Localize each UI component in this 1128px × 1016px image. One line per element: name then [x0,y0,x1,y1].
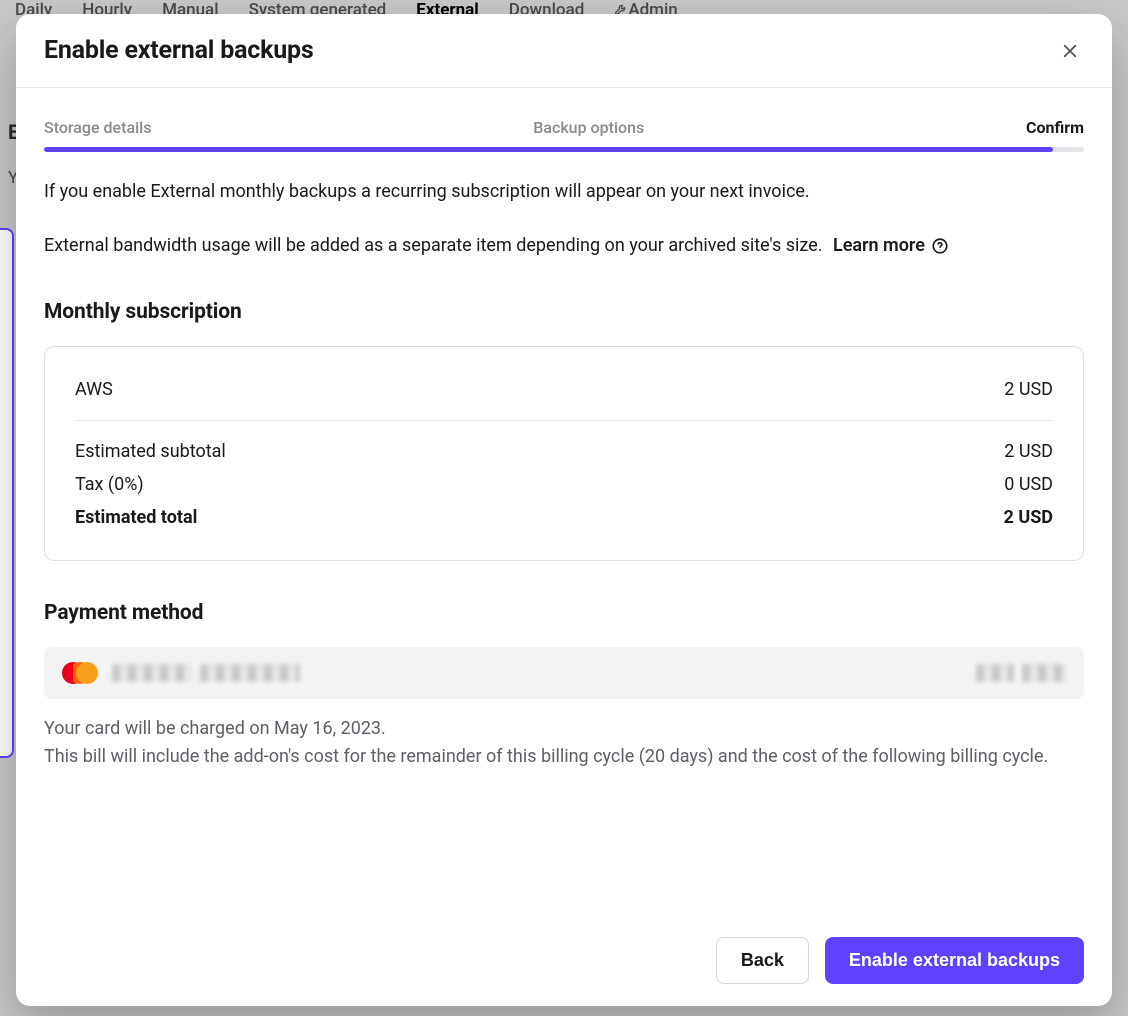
help-circle-icon [931,237,949,255]
description-line-1: If you enable External monthly backups a… [44,178,1084,206]
price-value: 0 USD [1004,474,1053,495]
mastercard-icon [62,661,98,685]
payment-method-card[interactable] [44,647,1084,699]
pricing-card: AWS 2 USD Estimated subtotal 2 USD Tax (… [44,346,1084,561]
price-row-tax: Tax (0%) 0 USD [75,468,1053,501]
payment-method-heading: Payment method [44,601,1084,625]
step-backup-options[interactable]: Backup options [533,118,644,137]
billing-note: Your card will be charged on May 16, 202… [44,715,1084,771]
progress-bar [44,147,1084,152]
close-button[interactable] [1056,37,1084,65]
modal-header: Enable external backups [16,14,1112,88]
back-button[interactable]: Back [716,937,809,984]
modal-title: Enable external backups [44,36,314,65]
price-value: 2 USD [1004,379,1053,400]
price-label: Tax (0%) [75,474,144,495]
enable-external-backups-modal: Enable external backups Storage details … [16,14,1112,1006]
close-icon [1061,42,1079,60]
card-info-redacted [112,664,300,682]
modal-body: Storage details Backup options Confirm I… [16,88,1112,937]
card-expiry-redacted [976,664,1066,682]
learn-more-link[interactable]: Learn more [833,232,949,260]
description-line-2: External bandwidth usage will be added a… [44,232,1084,260]
price-label: Estimated total [75,507,197,528]
price-value: 2 USD [1004,441,1053,462]
price-row-total: Estimated total 2 USD [75,501,1053,534]
step-storage-details[interactable]: Storage details [44,118,151,137]
monthly-subscription-heading: Monthly subscription [44,300,1084,324]
modal-footer: Back Enable external backups [16,937,1112,1006]
price-value: 2 USD [1004,507,1053,528]
wizard-steps: Storage details Backup options Confirm [44,118,1084,137]
enable-external-backups-button[interactable]: Enable external backups [825,937,1084,984]
background-card-edge [0,228,14,758]
progress-fill [44,147,1053,152]
price-row-aws: AWS 2 USD [75,373,1053,421]
step-confirm[interactable]: Confirm [1026,118,1084,137]
price-row-subtotal: Estimated subtotal 2 USD [75,435,1053,468]
price-label: AWS [75,379,113,400]
price-label: Estimated subtotal [75,441,226,462]
